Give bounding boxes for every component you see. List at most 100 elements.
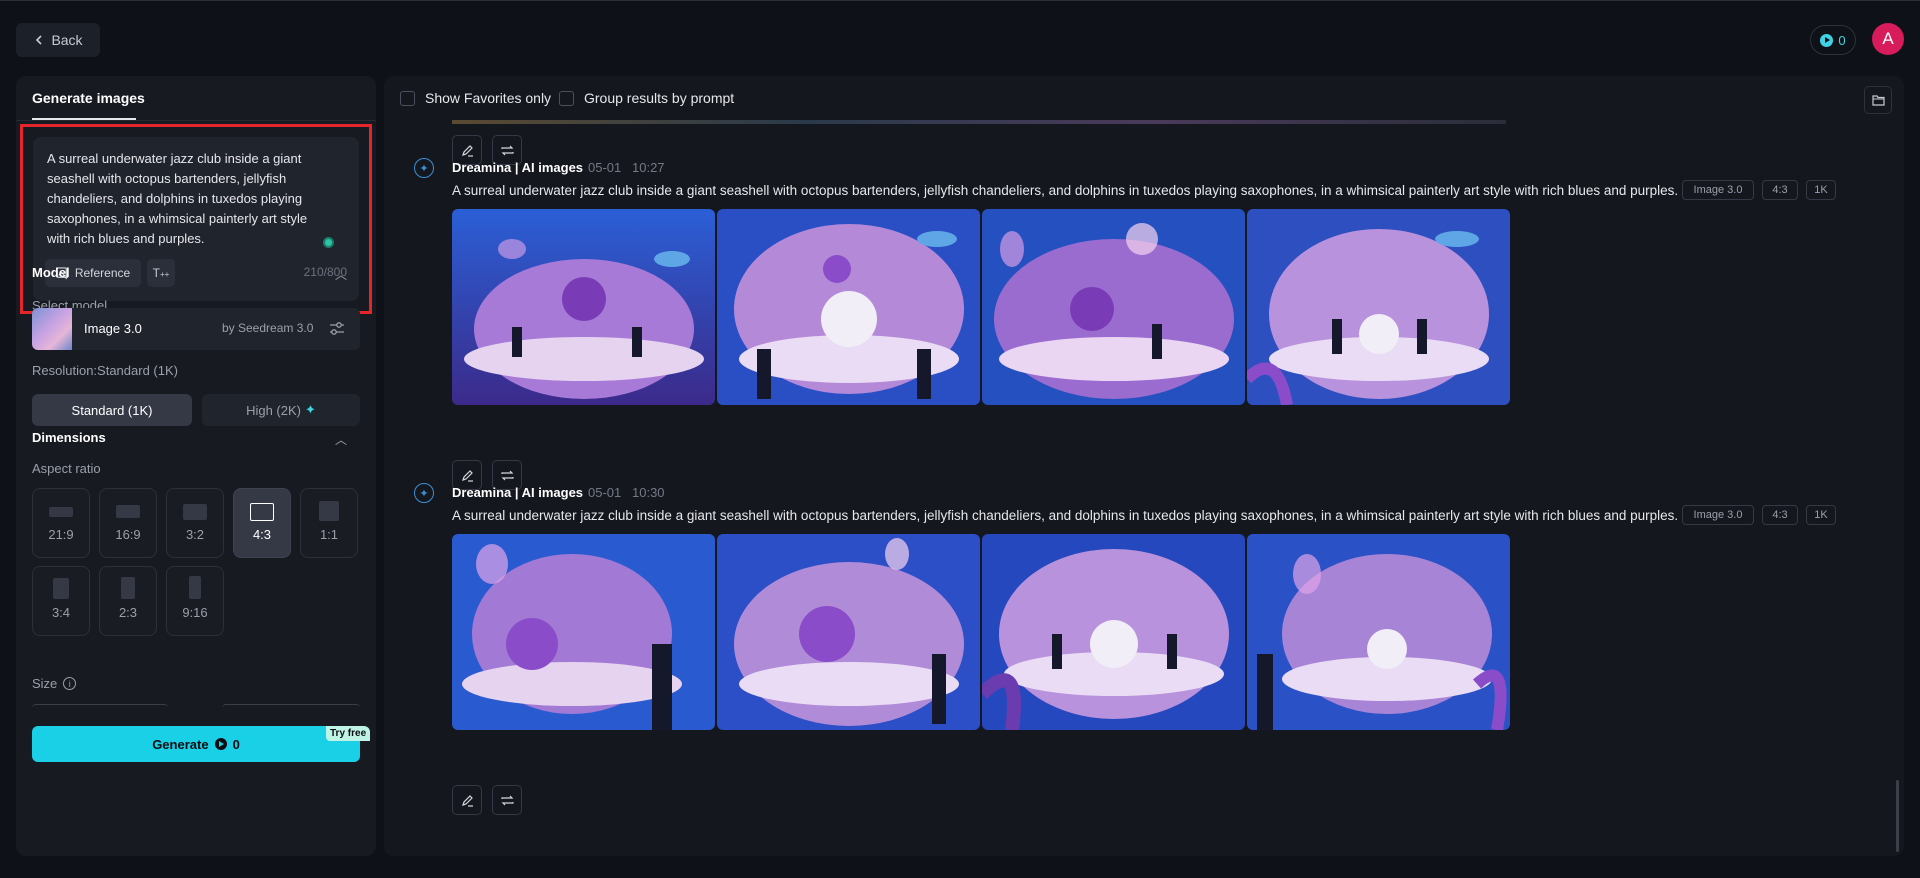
group-author: Dreamina | AI images <box>452 485 584 500</box>
resolution-tag: 1K <box>1806 505 1836 525</box>
sparkle-icon: ✦ <box>305 402 316 417</box>
resolution-high-button[interactable]: High (2K) ✦ <box>202 394 360 426</box>
size-height-input[interactable] <box>222 704 360 708</box>
back-button[interactable]: Back <box>16 23 100 57</box>
generated-image[interactable] <box>717 534 980 730</box>
avatar[interactable]: A <box>1872 23 1904 55</box>
resolution-label: Resolution:Standard (1K) <box>32 363 178 378</box>
group-by-prompt-label: Group results by prompt <box>584 90 735 106</box>
aspect-21-9[interactable]: 21:9 <box>32 488 90 558</box>
generated-image[interactable] <box>982 209 1245 405</box>
folder-button[interactable] <box>1864 86 1892 114</box>
generate-cost: 0 <box>232 736 240 752</box>
aspect-1-1[interactable]: 1:1 <box>300 488 358 558</box>
pencil-icon <box>461 144 473 157</box>
generate-label: Generate <box>152 736 209 752</box>
aspect-tag: 4:3 <box>1762 505 1798 525</box>
generate-button[interactable]: Generate 0 <box>32 726 360 762</box>
prompt-editor[interactable]: A surreal underwater jazz club inside a … <box>33 137 359 301</box>
resolution-tag: 1K <box>1806 180 1836 200</box>
model-provider: by Seedream 3.0 <box>222 321 314 335</box>
model-thumbnail <box>32 308 72 350</box>
regenerate-button[interactable] <box>492 785 522 815</box>
aspect-tag: 4:3 <box>1762 180 1798 200</box>
chevron-up-icon[interactable]: ︿ <box>334 431 348 447</box>
scrollbar[interactable] <box>1896 780 1899 852</box>
group-prompt[interactable]: A surreal underwater jazz club inside a … <box>452 183 1678 198</box>
aspect-label: 16:9 <box>115 527 141 542</box>
aspect-shape-icon <box>49 507 73 517</box>
aspect-label: 3:2 <box>185 527 205 542</box>
generated-image[interactable] <box>452 534 715 730</box>
checkbox-box <box>559 90 574 106</box>
tab-generate-images[interactable]: Generate images <box>32 90 145 106</box>
model-selector[interactable]: Image 3.0 by Seedream 3.0 <box>32 308 360 350</box>
model-name: Image 3.0 <box>84 321 142 336</box>
results-panel: Show Favorites only Group results by pro… <box>384 76 1904 856</box>
prompt-textarea[interactable]: A surreal underwater jazz club inside a … <box>47 149 317 249</box>
aspect-label: 1:1 <box>319 527 339 542</box>
prompt-highlight: A surreal underwater jazz club inside a … <box>20 124 372 314</box>
aspect-3-2[interactable]: 3:2 <box>166 488 224 558</box>
try-free-badge: Try free <box>326 726 371 741</box>
aspect-label: 2:3 <box>118 605 138 620</box>
generated-image[interactable] <box>1247 534 1510 730</box>
aspect-3-4[interactable]: 3:4 <box>32 566 90 636</box>
group-author: Dreamina | AI images <box>452 160 584 175</box>
back-label: Back <box>51 32 83 48</box>
aspect-label: 21:9 <box>48 527 74 542</box>
credits-count: 0 <box>1838 32 1846 48</box>
generated-image[interactable] <box>982 534 1245 730</box>
image-row <box>452 209 1510 405</box>
model-section-title: Model <box>32 265 70 280</box>
aspect-shape-icon <box>319 501 339 521</box>
previous-images-strip <box>452 120 1506 124</box>
grammar-status-icon <box>323 237 334 248</box>
aspect-shape-icon <box>121 577 135 599</box>
repeat-icon <box>500 795 514 805</box>
aspect-4-3[interactable]: 4:3 <box>233 488 291 558</box>
text-style-button[interactable]: T++ <box>147 259 175 287</box>
size-width-input[interactable] <box>32 704 168 708</box>
top-bar: Back 0 A <box>0 0 1920 76</box>
dreamina-logo-icon <box>414 483 434 503</box>
dimensions-section-title: Dimensions <box>32 430 106 445</box>
chevron-left-icon <box>36 35 43 45</box>
aspect-2-3[interactable]: 2:3 <box>99 566 157 636</box>
aspect-shape-icon <box>183 504 207 520</box>
info-icon[interactable]: i <box>63 677 77 690</box>
folder-icon <box>1871 95 1885 106</box>
aspect-shape-icon <box>116 505 140 518</box>
repeat-icon <box>500 145 514 155</box>
generated-image[interactable] <box>717 209 980 405</box>
aspect-9-16[interactable]: 9:16 <box>166 566 224 636</box>
aspect-16-9[interactable]: 16:9 <box>99 488 157 558</box>
generate-panel: Generate images A surreal underwater jaz… <box>16 76 376 856</box>
size-label: Size <box>32 676 58 691</box>
aspect-label: 4:3 <box>252 527 272 542</box>
resolution-standard-button[interactable]: Standard (1K) <box>32 394 192 426</box>
group-time: 10:30 <box>632 485 665 500</box>
group-date: 05-01 <box>588 160 622 175</box>
aspect-label: 9:16 <box>182 605 208 620</box>
aspect-shape-icon <box>189 576 201 599</box>
checkbox-box <box>400 90 415 106</box>
divider <box>16 120 376 121</box>
aspect-shape-icon <box>53 578 69 599</box>
dreamina-logo-icon <box>414 158 434 178</box>
settings-sliders-icon[interactable] <box>328 320 346 338</box>
edit-button[interactable] <box>452 785 482 815</box>
chevron-up-icon[interactable]: ︿ <box>334 266 348 282</box>
credits-badge[interactable]: 0 <box>1810 25 1856 55</box>
credit-coin-icon <box>1820 33 1834 47</box>
generated-image[interactable] <box>1247 209 1510 405</box>
show-favorites-checkbox[interactable]: Show Favorites only <box>400 90 551 106</box>
show-favorites-label: Show Favorites only <box>425 90 552 106</box>
group-by-prompt-checkbox[interactable]: Group results by prompt <box>559 90 734 106</box>
reference-label: Reference <box>74 266 131 280</box>
aspect-shape-icon <box>250 503 274 521</box>
resolution-high-label: High (2K) <box>246 402 301 418</box>
generated-image[interactable] <box>452 209 715 405</box>
group-prompt[interactable]: A surreal underwater jazz club inside a … <box>452 508 1678 523</box>
text-format-icon: T++ <box>152 266 170 280</box>
